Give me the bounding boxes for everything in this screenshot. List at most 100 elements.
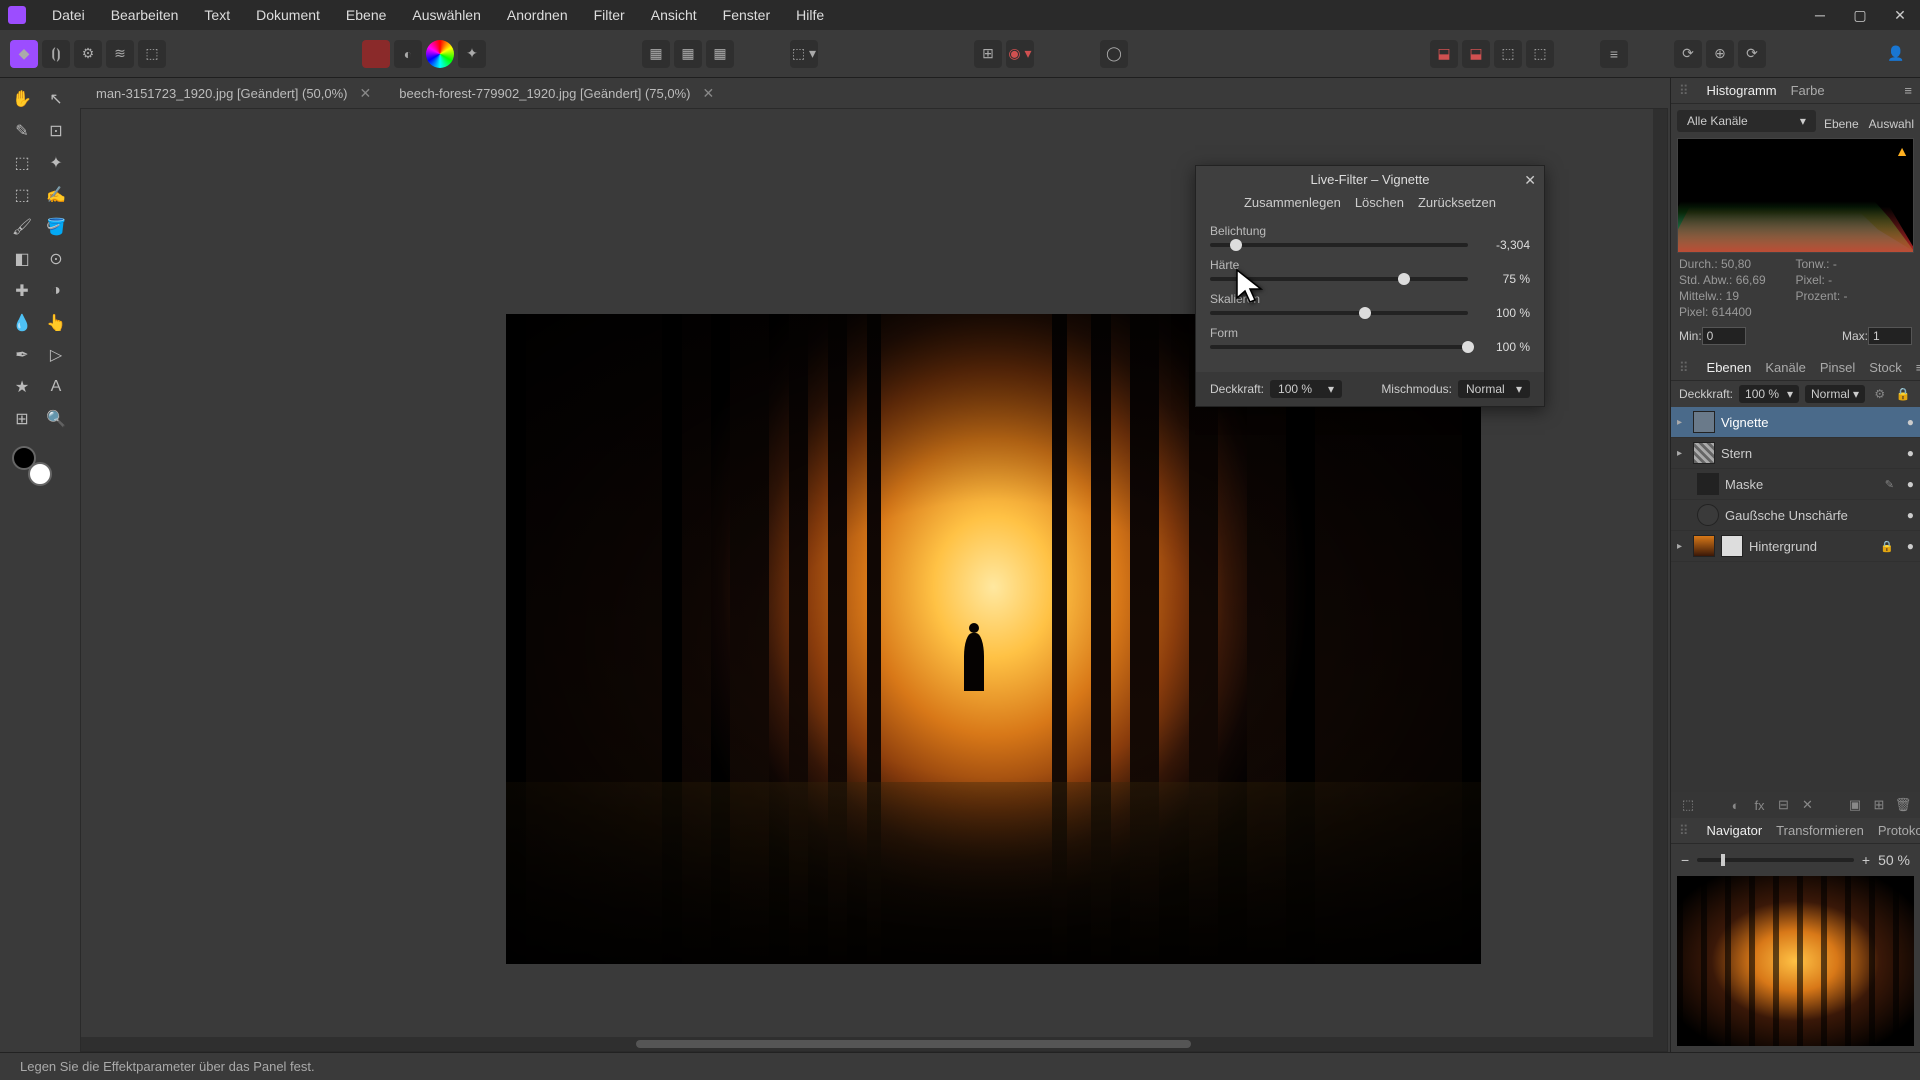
swatch-red-icon[interactable] bbox=[362, 40, 390, 68]
delete-button[interactable]: Löschen bbox=[1355, 195, 1404, 210]
node-icon[interactable]: ▷ bbox=[41, 340, 71, 370]
panel-grip-icon[interactable]: ⠿ bbox=[1679, 360, 1689, 376]
menu-text[interactable]: Text bbox=[192, 3, 242, 27]
close-icon[interactable]: ✕ bbox=[1524, 172, 1536, 189]
link-icon[interactable]: ⟳ bbox=[1738, 40, 1766, 68]
persona-export-icon[interactable]: ⬚ bbox=[138, 40, 166, 68]
window-maximize-icon[interactable]: ▢ bbox=[1840, 0, 1880, 30]
chevron-icon[interactable]: ▸ bbox=[1677, 448, 1687, 459]
menu-ansicht[interactable]: Ansicht bbox=[639, 3, 709, 27]
panel-menu-icon[interactable]: ≡ bbox=[1916, 360, 1920, 375]
sync-icon[interactable]: ⟳ bbox=[1674, 40, 1702, 68]
visibility-icon[interactable]: ● bbox=[1907, 539, 1914, 553]
autowb-icon[interactable]: ✦ bbox=[458, 40, 486, 68]
persona-tone-icon[interactable]: ≋ bbox=[106, 40, 134, 68]
tab-pinsel[interactable]: Pinsel bbox=[1820, 360, 1855, 375]
panel-grip-icon[interactable]: ⠿ bbox=[1679, 83, 1689, 99]
min-input[interactable] bbox=[1702, 327, 1746, 345]
panel-grip-icon[interactable]: ⠿ bbox=[1679, 823, 1689, 839]
order-icon[interactable]: ≡ bbox=[1600, 40, 1628, 68]
zoom-slider[interactable] bbox=[1697, 858, 1854, 862]
target-icon[interactable]: ◉ ▾ bbox=[1006, 40, 1034, 68]
crop-tool-icon[interactable]: ⊡ bbox=[41, 116, 71, 146]
menu-hilfe[interactable]: Hilfe bbox=[784, 3, 836, 27]
slider-belichtung[interactable] bbox=[1210, 243, 1468, 247]
menu-auswaehlen[interactable]: Auswählen bbox=[400, 3, 493, 27]
reset-button[interactable]: Zurücksetzen bbox=[1418, 195, 1496, 210]
document-tab-2[interactable]: beech-forest-779902_1920.jpg [Geändert] … bbox=[385, 81, 728, 106]
horizontal-scrollbar[interactable] bbox=[81, 1037, 1667, 1051]
tab-ebenen[interactable]: Ebenen bbox=[1707, 360, 1752, 375]
arrange-icon[interactable]: ⊞ bbox=[974, 40, 1002, 68]
autolevel-icon[interactable]: ◐ bbox=[394, 40, 422, 68]
quickmask-icon[interactable]: ◯ bbox=[1100, 40, 1128, 68]
visibility-icon[interactable]: ● bbox=[1907, 446, 1914, 460]
zoom-in-icon[interactable]: + bbox=[1862, 852, 1870, 868]
close-icon[interactable]: ✕ bbox=[703, 85, 715, 102]
menu-fenster[interactable]: Fenster bbox=[711, 3, 782, 27]
slider-skalieren[interactable] bbox=[1210, 311, 1468, 315]
eraser-icon[interactable]: ◧ bbox=[7, 244, 37, 274]
histo-auswahl-tab[interactable]: Auswahl bbox=[1869, 117, 1914, 131]
layer-row-stern[interactable]: ▸ Stern ● bbox=[1671, 438, 1920, 469]
clone-icon[interactable]: ⊙ bbox=[41, 244, 71, 274]
menu-dokument[interactable]: Dokument bbox=[244, 3, 332, 27]
tab-protokoll[interactable]: Protokoll bbox=[1878, 823, 1920, 838]
crop-icon[interactable]: ✕ bbox=[1799, 796, 1817, 814]
max-input[interactable] bbox=[1868, 327, 1912, 345]
hand-tool-icon[interactable]: ✋ bbox=[7, 84, 37, 114]
freehand-icon[interactable]: ✍ bbox=[41, 180, 71, 210]
persona-photo-icon[interactable]: ◆ bbox=[10, 40, 38, 68]
navigator-preview[interactable] bbox=[1677, 876, 1914, 1046]
lock-icon[interactable]: 🔒 bbox=[1880, 540, 1894, 553]
layer-opacity-dropdown[interactable]: 100 %▾ bbox=[1739, 385, 1799, 403]
tab-farbe[interactable]: Farbe bbox=[1791, 83, 1825, 98]
visibility-icon[interactable]: ● bbox=[1907, 508, 1914, 522]
move-front-icon[interactable]: ⬓ bbox=[1430, 40, 1458, 68]
zoom-icon[interactable]: 🔍 bbox=[41, 404, 71, 434]
tab-stock[interactable]: Stock bbox=[1869, 360, 1902, 375]
adj-icon[interactable]: ◐ bbox=[1727, 796, 1745, 814]
blur-icon[interactable]: 💧 bbox=[7, 308, 37, 338]
deletelayer-icon[interactable]: 🗑 bbox=[1894, 796, 1912, 814]
account-icon[interactable]: 👤 bbox=[1882, 40, 1910, 68]
vertical-scrollbar[interactable] bbox=[1653, 109, 1667, 1037]
mesh-icon[interactable]: ⊞ bbox=[7, 404, 37, 434]
group-icon[interactable]: ▣ bbox=[1846, 796, 1864, 814]
menu-anordnen[interactable]: Anordnen bbox=[495, 3, 580, 27]
align-left-icon[interactable]: ▦ bbox=[642, 40, 670, 68]
pen-icon[interactable]: ✒ bbox=[7, 340, 37, 370]
persona-develop-icon[interactable]: ⚙ bbox=[74, 40, 102, 68]
healing-icon[interactable]: ✚ bbox=[7, 276, 37, 306]
layer-lock-icon[interactable]: 🔒 bbox=[1895, 385, 1912, 403]
slider-form[interactable] bbox=[1210, 345, 1468, 349]
autocolor-icon[interactable] bbox=[426, 40, 454, 68]
close-icon[interactable]: ✕ bbox=[360, 85, 372, 102]
smudge-icon[interactable]: 👆 bbox=[41, 308, 71, 338]
layer-gear-icon[interactable]: ⚙ bbox=[1871, 385, 1888, 403]
chevron-icon[interactable]: ▸ bbox=[1677, 417, 1687, 428]
merge-icon[interactable]: ⊟ bbox=[1775, 796, 1793, 814]
selection-brush-icon[interactable]: ⬚ bbox=[7, 148, 37, 178]
zoom-out-icon[interactable]: − bbox=[1681, 852, 1689, 868]
ungroup-icon[interactable]: ⬚ bbox=[1526, 40, 1554, 68]
persona-liquify-icon[interactable]: ⦗⦘ bbox=[42, 40, 70, 68]
fill-icon[interactable]: 🪣 bbox=[41, 212, 71, 242]
snap-dropdown[interactable]: ⬚ ▾ bbox=[790, 40, 818, 68]
layer-blend-dropdown[interactable]: Normal▾ bbox=[1805, 385, 1865, 403]
dodge-icon[interactable]: ◑ bbox=[41, 276, 71, 306]
brush-icon[interactable]: 🖌 bbox=[7, 212, 37, 242]
slider-haerte[interactable] bbox=[1210, 277, 1468, 281]
addlayer-icon[interactable]: ⊞ bbox=[1870, 796, 1888, 814]
layer-row-gauss[interactable]: Gaußsche Unschärfe ● bbox=[1671, 500, 1920, 531]
move-tool-icon[interactable]: ↖ bbox=[41, 84, 71, 114]
panel-menu-icon[interactable]: ≡ bbox=[1904, 83, 1912, 98]
merge-button[interactable]: Zusammenlegen bbox=[1244, 195, 1341, 210]
tab-navigator[interactable]: Navigator bbox=[1707, 823, 1763, 838]
dialog-blend-dropdown[interactable]: Normal▾ bbox=[1458, 380, 1530, 398]
visibility-icon[interactable]: ● bbox=[1907, 477, 1914, 491]
window-minimize-icon[interactable]: ─ bbox=[1800, 0, 1840, 30]
dialog-titlebar[interactable]: Live-Filter – Vignette ✕ bbox=[1196, 166, 1544, 193]
marquee-icon[interactable]: ⬚ bbox=[7, 180, 37, 210]
addlib-icon[interactable]: ⊕ bbox=[1706, 40, 1734, 68]
